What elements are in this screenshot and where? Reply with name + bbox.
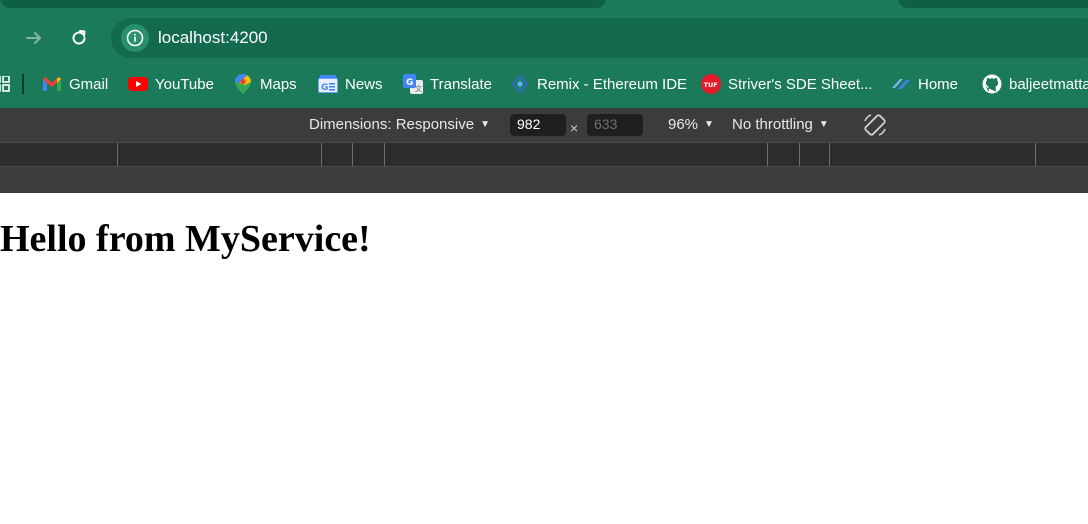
url-text[interactable]: localhost:4200 xyxy=(158,28,268,48)
dimensions-label: Dimensions: Responsive xyxy=(309,116,475,133)
bookmarks-separator xyxy=(22,74,24,94)
gmail-icon xyxy=(42,74,62,94)
breakpoint-marker[interactable] xyxy=(321,143,322,166)
translate-icon: G 文 xyxy=(403,74,423,94)
home-link-icon xyxy=(891,74,911,94)
bookmark-label: Maps xyxy=(260,75,297,93)
news-icon: G xyxy=(318,74,338,94)
site-info-button[interactable] xyxy=(121,24,149,52)
background-tab[interactable] xyxy=(898,0,1088,8)
remix-icon xyxy=(510,74,530,94)
bookmark-label: YouTube xyxy=(155,75,214,93)
chevron-down-icon: ▼ xyxy=(818,119,829,130)
svg-text:文: 文 xyxy=(415,84,422,93)
arrow-right-icon xyxy=(26,32,41,44)
breakpoint-marker[interactable] xyxy=(384,143,385,166)
chevron-down-icon: ▼ xyxy=(480,119,490,130)
forward-button[interactable] xyxy=(18,22,50,54)
bookmark-label: Striver's SDE Sheet... xyxy=(728,75,873,93)
breakpoint-marker[interactable] xyxy=(117,143,118,166)
breakpoint-marker[interactable] xyxy=(352,143,353,166)
bookmark-gmail[interactable]: Gmail xyxy=(42,72,108,96)
bookmark-label: Remix - Ethereum IDE xyxy=(537,75,688,93)
page-viewport: Hello from MyService! xyxy=(0,193,1088,524)
bookmark-maps[interactable]: Maps xyxy=(233,72,297,96)
dimensions-dropdown[interactable]: Dimensions: Responsive ▼ xyxy=(309,116,490,133)
bookmarks-bar: Gmail YouTube Maps G News G 文 Translate … xyxy=(0,60,1088,108)
svg-text:TUF: TUF xyxy=(704,81,718,89)
dimension-separator: × xyxy=(570,120,579,136)
breakpoint-marker[interactable] xyxy=(767,143,768,166)
device-ruler-bar xyxy=(0,167,1088,193)
maps-icon xyxy=(233,74,253,94)
youtube-icon xyxy=(128,74,148,94)
bookmark-home[interactable]: Home xyxy=(891,72,958,96)
active-tab[interactable] xyxy=(0,0,606,8)
zoom-dropdown[interactable]: 96% ▼ xyxy=(668,116,714,133)
address-bar[interactable]: localhost:4200 xyxy=(111,18,1088,58)
throttling-dropdown[interactable]: No throttling ▼ xyxy=(732,116,829,133)
media-query-bar[interactable] xyxy=(0,142,1088,167)
tab-strip xyxy=(0,0,1088,16)
bookmark-label: Home xyxy=(918,75,959,93)
page-heading: Hello from MyService! xyxy=(0,218,371,260)
bookmark-github[interactable]: baljeetmatta xyxy=(982,72,1088,96)
github-icon xyxy=(982,74,1002,94)
chevron-down-icon: ▼ xyxy=(704,119,714,130)
breakpoint-marker[interactable] xyxy=(1035,143,1036,166)
tuf-icon: TUF xyxy=(701,74,721,94)
reload-button[interactable] xyxy=(63,22,95,54)
breakpoint-marker[interactable] xyxy=(799,143,800,166)
bookmark-label: baljeetmatta xyxy=(1009,75,1088,93)
reload-icon xyxy=(72,30,86,45)
bookmark-label: Gmail xyxy=(69,75,109,93)
apps-grid-icon[interactable] xyxy=(0,75,10,97)
bookmark-label: Translate xyxy=(430,75,492,93)
device-toolbar: Dimensions: Responsive ▼ 982 × 633 96% ▼… xyxy=(0,108,1088,142)
rotate-icon xyxy=(864,114,886,136)
width-input[interactable]: 982 xyxy=(510,114,566,136)
bookmark-remix[interactable]: Remix - Ethereum IDE xyxy=(510,72,687,96)
info-icon xyxy=(126,29,144,47)
browser-toolbar: localhost:4200 xyxy=(0,16,1088,60)
throttling-label: No throttling xyxy=(732,116,813,133)
svg-text:G: G xyxy=(321,83,328,93)
bookmark-label: News xyxy=(345,75,383,93)
height-input[interactable]: 633 xyxy=(587,114,643,136)
bookmark-news[interactable]: G News xyxy=(318,72,383,96)
bookmark-translate[interactable]: G 文 Translate xyxy=(403,72,492,96)
bookmark-youtube[interactable]: YouTube xyxy=(128,72,214,96)
zoom-label: 96% xyxy=(668,116,699,133)
breakpoint-marker[interactable] xyxy=(829,143,830,166)
svg-text:G: G xyxy=(406,78,413,88)
bookmark-striver-sheet[interactable]: TUF Striver's SDE Sheet... xyxy=(701,72,873,96)
rotate-button[interactable] xyxy=(862,112,888,138)
